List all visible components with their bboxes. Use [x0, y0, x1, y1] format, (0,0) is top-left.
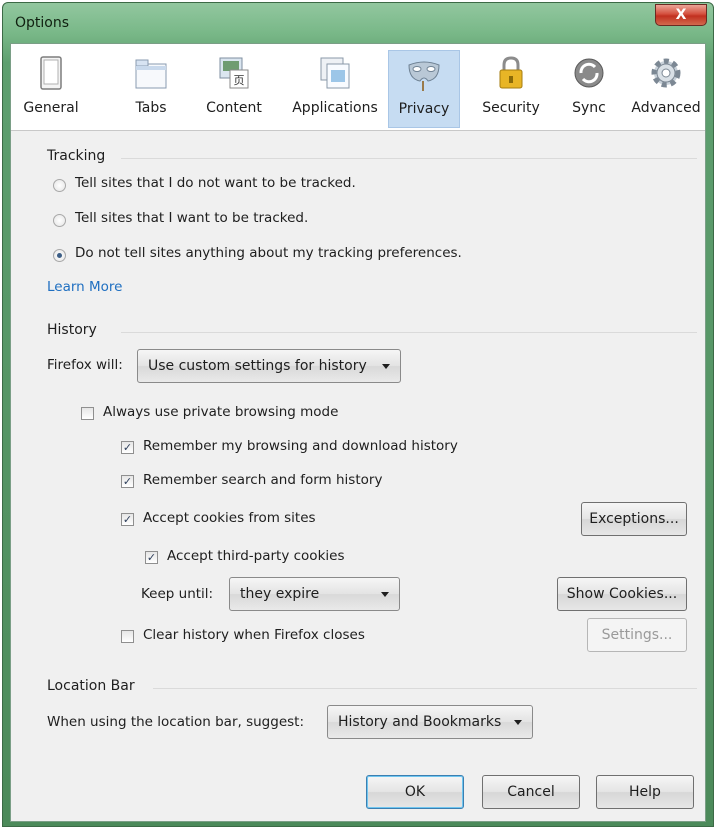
accept-cookies-checkbox[interactable]: ✓: [121, 513, 134, 526]
firefox-will-label: Firefox will:: [47, 357, 123, 373]
ok-button[interactable]: OK: [366, 775, 464, 809]
gear-icon: [651, 58, 681, 88]
suggest-value: History and Bookmarks: [338, 714, 502, 730]
window-title: Options: [15, 15, 70, 31]
tab-privacy-label: Privacy: [398, 101, 450, 117]
remember-browsing-label[interactable]: Remember my browsing and download histor…: [143, 438, 458, 454]
tab-content-label: Content: [206, 100, 262, 116]
history-mode-dropdown[interactable]: Use custom settings for history: [137, 349, 401, 383]
history-divider: [121, 332, 697, 333]
tab-applications-label: Applications: [292, 100, 378, 116]
content-icon: 页: [219, 57, 249, 89]
remember-browsing-checkbox[interactable]: ✓: [121, 441, 134, 454]
window-bottom-border: [3, 822, 713, 826]
location-bar-section: Location Bar When using the location bar…: [41, 670, 697, 760]
remember-search-checkbox[interactable]: ✓: [121, 475, 134, 488]
tab-security-label: Security: [482, 100, 540, 116]
options-client-area: General Tabs 页 Content Applications Priv…: [10, 43, 706, 822]
remember-search-label[interactable]: Remember search and form history: [143, 472, 382, 488]
learn-more-link[interactable]: Learn More: [47, 279, 123, 295]
suggest-dropdown[interactable]: History and Bookmarks: [327, 705, 533, 739]
applications-icon: [320, 57, 350, 89]
accept-third-party-label[interactable]: Accept third-party cookies: [167, 548, 344, 564]
tab-sync-label: Sync: [572, 100, 606, 116]
padlock-icon: [499, 56, 523, 89]
tab-advanced[interactable]: Advanced: [628, 50, 704, 128]
privacy-mask-icon: [408, 61, 440, 91]
show-cookies-button[interactable]: Show Cookies...: [557, 577, 687, 611]
keep-until-label: Keep until:: [141, 586, 214, 602]
tab-tabs[interactable]: Tabs: [123, 50, 179, 128]
radio-track-label[interactable]: Tell sites that I want to be tracked.: [75, 210, 308, 226]
keep-until-value: they expire: [240, 586, 320, 602]
tracking-divider: [121, 158, 697, 159]
radio-no-preference[interactable]: [53, 249, 66, 262]
radio-no-preference-label[interactable]: Do not tell sites anything about my trac…: [75, 245, 462, 261]
always-private-label[interactable]: Always use private browsing mode: [103, 404, 338, 420]
pane-toolbar: General Tabs 页 Content Applications Priv…: [11, 44, 705, 131]
general-icon: [40, 56, 62, 90]
always-private-checkbox[interactable]: [81, 407, 94, 420]
clear-history-label[interactable]: Clear history when Firefox closes: [143, 627, 365, 643]
radio-no-track-label[interactable]: Tell sites that I do not want to be trac…: [75, 175, 356, 191]
location-bar-divider: [153, 688, 697, 689]
clear-history-checkbox[interactable]: [121, 630, 134, 643]
tab-general[interactable]: General: [15, 50, 87, 128]
title-bar[interactable]: Options X: [3, 3, 713, 43]
tab-advanced-label: Advanced: [631, 100, 701, 116]
exceptions-button[interactable]: Exceptions...: [581, 502, 687, 536]
accept-third-party-checkbox[interactable]: ✓: [145, 551, 158, 564]
tab-general-label: General: [23, 100, 79, 116]
tracking-title: Tracking: [47, 148, 106, 164]
chevron-down-icon: [514, 720, 522, 725]
tab-applications[interactable]: Applications: [283, 50, 387, 128]
history-mode-value: Use custom settings for history: [148, 358, 367, 374]
settings-button[interactable]: Settings...: [587, 618, 687, 652]
tabs-icon: [135, 59, 167, 89]
suggest-label: When using the location bar, suggest:: [47, 714, 305, 730]
svg-text:页: 页: [234, 74, 245, 87]
chevron-down-icon: [382, 364, 390, 369]
tab-security[interactable]: Security: [469, 50, 553, 128]
tab-privacy[interactable]: Privacy: [388, 50, 460, 128]
location-bar-title: Location Bar: [47, 678, 135, 694]
accept-cookies-label[interactable]: Accept cookies from sites: [143, 510, 316, 526]
chevron-down-icon: [381, 592, 389, 597]
radio-no-track[interactable]: [53, 179, 66, 192]
radio-track[interactable]: [53, 214, 66, 227]
close-button[interactable]: X: [655, 4, 707, 26]
tab-tabs-label: Tabs: [135, 100, 167, 116]
cancel-button[interactable]: Cancel: [482, 775, 580, 809]
history-section: History Firefox will: Use custom setting…: [41, 316, 697, 668]
options-window: Options X General Tabs 页 Content Applica…: [2, 2, 714, 827]
keep-until-dropdown[interactable]: they expire: [229, 577, 400, 611]
tracking-section: Tracking Tell sites that I do not want t…: [41, 138, 697, 310]
tab-sync[interactable]: Sync: [559, 50, 619, 128]
sync-icon: [574, 58, 604, 88]
help-button[interactable]: Help: [596, 775, 694, 809]
tab-content[interactable]: 页 Content: [196, 50, 272, 128]
history-title: History: [47, 322, 97, 338]
